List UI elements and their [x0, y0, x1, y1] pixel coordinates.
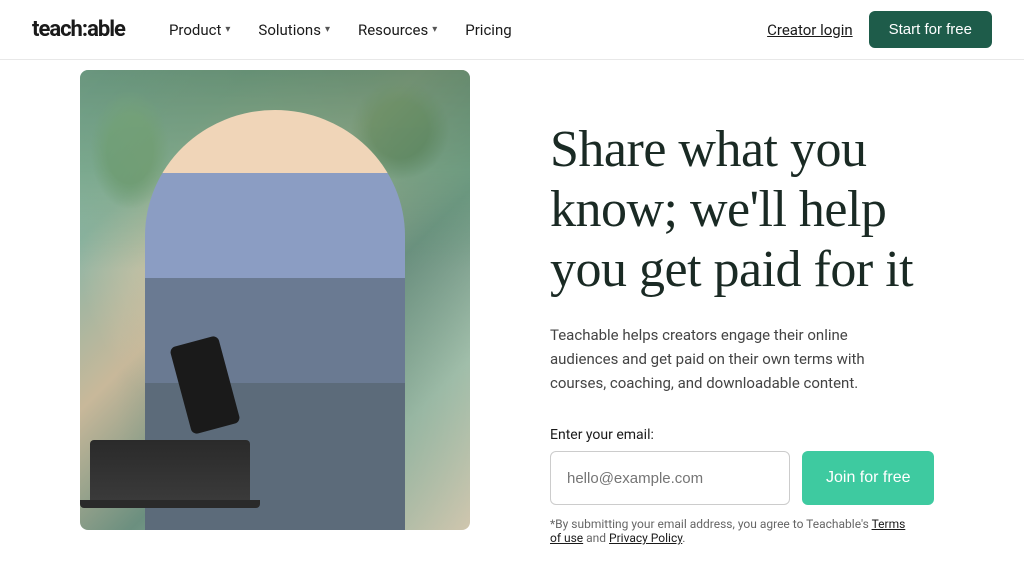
- logo[interactable]: teach:able: [32, 17, 125, 42]
- laptop-prop: [90, 440, 250, 500]
- hero-image: [80, 70, 470, 530]
- chevron-down-icon: ▾: [432, 24, 437, 35]
- nav-label-solutions: Solutions: [258, 21, 321, 39]
- nav-label-product: Product: [169, 21, 221, 39]
- nav-label-resources: Resources: [358, 21, 428, 39]
- fine-print-text: *By submitting your email address, you a…: [550, 517, 872, 531]
- fine-print-end: .: [682, 531, 685, 545]
- and-text: and: [583, 531, 609, 545]
- privacy-policy-link[interactable]: Privacy Policy: [609, 531, 682, 545]
- nav-item-product[interactable]: Product ▾: [157, 13, 242, 47]
- chevron-down-icon: ▾: [325, 24, 330, 35]
- fine-print: *By submitting your email address, you a…: [550, 517, 910, 545]
- hero-image-container: [80, 60, 470, 557]
- creator-login-link[interactable]: Creator login: [767, 21, 853, 39]
- email-row: Join for free: [550, 451, 964, 505]
- join-for-free-button[interactable]: Join for free: [802, 451, 934, 505]
- chevron-down-icon: ▾: [225, 24, 230, 35]
- nav-item-pricing[interactable]: Pricing: [453, 13, 523, 47]
- email-input[interactable]: [550, 451, 790, 505]
- email-label: Enter your email:: [550, 427, 964, 443]
- hero-title: Share what you know; we'll help you get …: [550, 120, 964, 299]
- start-for-free-button[interactable]: Start for free: [869, 11, 992, 48]
- navbar: teach:able Product ▾ Solutions ▾ Resourc…: [0, 0, 1024, 60]
- nav-links: Product ▾ Solutions ▾ Resources ▾ Pricin…: [157, 13, 767, 47]
- nav-item-resources[interactable]: Resources ▾: [346, 13, 449, 47]
- nav-label-pricing: Pricing: [465, 21, 511, 39]
- hero-section: Share what you know; we'll help you get …: [0, 60, 1024, 585]
- hero-content: Share what you know; we'll help you get …: [470, 60, 1024, 585]
- nav-item-solutions[interactable]: Solutions ▾: [246, 13, 342, 47]
- hero-subtitle: Teachable helps creators engage their on…: [550, 323, 910, 395]
- nav-right: Creator login Start for free: [767, 11, 992, 48]
